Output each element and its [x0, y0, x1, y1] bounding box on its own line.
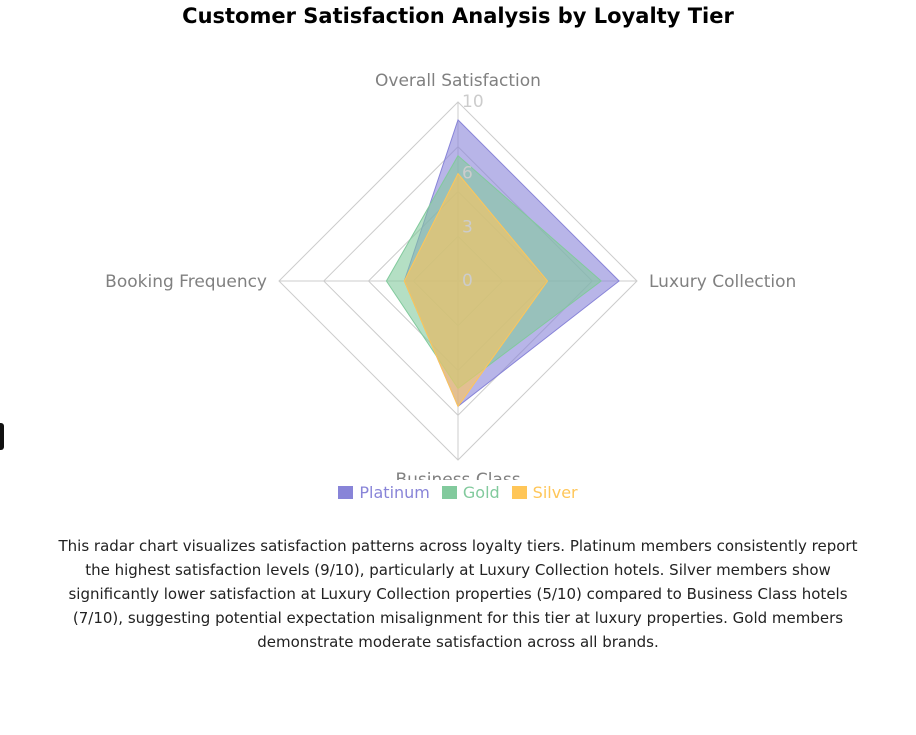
tick-label: 3	[462, 217, 473, 237]
tick-label: 0	[462, 271, 473, 291]
radar-series	[385, 118, 620, 408]
axis-label: Business Class	[395, 470, 520, 480]
legend-swatch	[511, 486, 527, 499]
chart-description: This radar chart visualizes satisfaction…	[58, 537, 858, 651]
legend: Platinum Gold Silver	[0, 483, 916, 502]
legend-label: Gold	[462, 483, 500, 502]
legend-swatch	[441, 486, 457, 499]
legend-item-silver[interactable]: Silver	[511, 483, 578, 502]
axis-label: Luxury Collection	[649, 272, 796, 292]
legend-item-gold[interactable]: Gold	[441, 483, 500, 502]
tick-label: 6	[462, 164, 473, 184]
radar-chart: Overall Satisfaction Luxury Collection Bus…	[105, 71, 796, 480]
legend-label: Platinum	[359, 483, 430, 502]
legend-label: Silver	[532, 483, 578, 502]
tick-label: 10	[462, 92, 484, 112]
legend-swatch	[338, 486, 354, 499]
edge-handle	[0, 423, 4, 450]
legend-item-platinum[interactable]: Platinum	[338, 483, 430, 502]
axis-label: Overall Satisfaction	[375, 71, 541, 91]
axis-label: Booking Frequency	[105, 272, 267, 292]
